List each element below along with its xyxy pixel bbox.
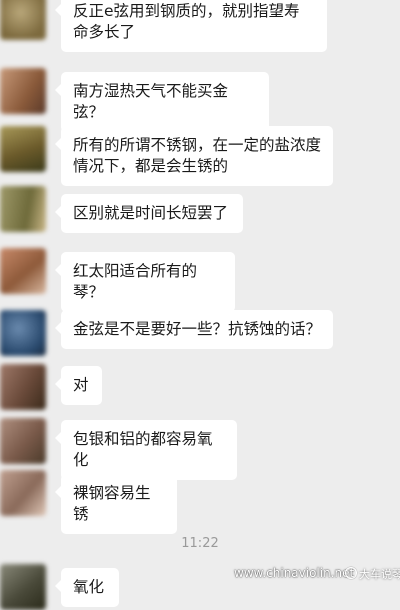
account-name: 大车说琴	[359, 568, 400, 581]
message-bubble[interactable]: 区别就是时间长短罢了	[55, 194, 243, 233]
avatar[interactable]	[0, 126, 46, 172]
avatar[interactable]	[0, 310, 46, 356]
message-bubble[interactable]: 裸钢容易生锈	[55, 474, 177, 534]
avatar[interactable]	[0, 564, 46, 610]
avatar[interactable]	[0, 418, 46, 464]
message-bubble[interactable]: 金弦是不是要好一些？抗锈蚀的话？	[55, 310, 333, 349]
avatar[interactable]	[0, 0, 46, 40]
wechat-logo-icon	[345, 567, 357, 579]
message-bubble[interactable]: 红太阳适合所有的琴？	[55, 252, 235, 312]
message-bubble[interactable]: 对	[55, 366, 102, 405]
account-watermark: 大车说琴	[345, 566, 400, 582]
avatar[interactable]	[0, 186, 46, 232]
message-timestamp: 11:22	[181, 536, 219, 551]
message-bubble[interactable]: 所有的所谓不锈钢，在一定的盐浓度情况下，都是会生锈的	[55, 126, 333, 186]
avatar[interactable]	[0, 470, 46, 516]
avatar[interactable]	[0, 248, 46, 294]
site-watermark: www.chinaviolin.net	[234, 566, 355, 580]
chat-history: 反正e弦用到钢质的，就别指望寿命多长了 南方湿热天气不能买金弦？ 所有的所谓不锈…	[0, 0, 400, 610]
message-bubble[interactable]: 南方湿热天气不能买金弦？	[55, 72, 269, 132]
message-bubble[interactable]: 氧化	[55, 568, 119, 607]
avatar[interactable]	[0, 68, 46, 114]
message-bubble[interactable]: 反正e弦用到钢质的，就别指望寿命多长了	[55, 0, 327, 52]
message-bubble[interactable]: 包银和铝的都容易氧化	[55, 420, 237, 480]
avatar[interactable]	[0, 364, 46, 410]
